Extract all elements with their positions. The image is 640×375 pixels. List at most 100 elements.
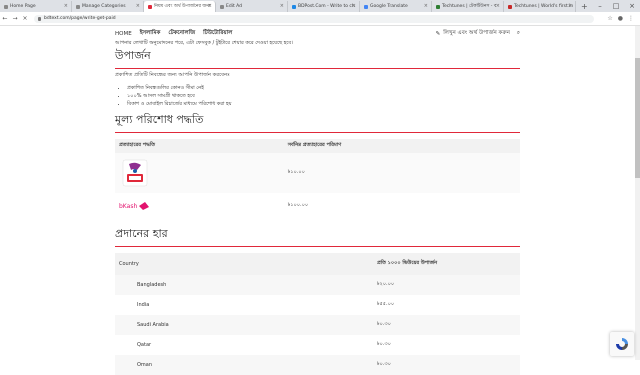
- close-icon[interactable]: ×: [136, 1, 140, 12]
- table-header: সর্বনিম্ন প্রত্যাহারের পরিমাণ: [283, 139, 520, 153]
- table-header-row: Country প্রতি ১০০০ ভিউয়ের উপার্জন: [115, 253, 520, 275]
- browser-tab[interactable]: Techtunes | টেকটিউনস - ব ×: [432, 1, 504, 12]
- payment-heading: মূল্য পরিশোধ পদ্ধতি: [115, 113, 204, 126]
- bkash-logo: bKash: [119, 202, 280, 210]
- heading-divider: [115, 246, 520, 247]
- nav-write-earn[interactable]: ✎ লিখুন এবং অর্থ উপার্জন করুন ⌕: [436, 30, 520, 38]
- payment-amount: ৳১০.০০: [283, 153, 520, 193]
- table-header: প্রতি ১০০০ ভিউয়ের উপার্জন: [373, 253, 520, 275]
- close-icon[interactable]: ×: [352, 1, 356, 12]
- table-header-row: প্রত্যাহারের পদ্ধতি সর্বনিম্ন প্রত্যাহার…: [115, 139, 520, 153]
- bkash-wordmark: bKash: [119, 202, 138, 210]
- close-icon[interactable]: ×: [496, 1, 500, 12]
- nav-item-technology[interactable]: টেকনোলজি: [168, 30, 195, 38]
- table-row: bKash ৳১০০.০০: [115, 193, 520, 219]
- rocket-logo: [119, 158, 151, 188]
- tab-label: Techtunes | World's first in: [514, 4, 574, 9]
- browser-tab[interactable]: BDPost.Com - Write to ch ×: [288, 1, 360, 12]
- table-row: ৳১০.০০: [115, 153, 520, 193]
- country-cell: Oman: [115, 355, 373, 375]
- table-header: Country: [115, 253, 373, 275]
- rate-cell: ৳৫৫.০০: [377, 301, 395, 307]
- rate-cell: ৳০.৩০: [377, 341, 391, 347]
- profile-icon[interactable]: ●: [618, 15, 623, 22]
- browser-tab[interactable]: Manage Categories ×: [72, 1, 144, 12]
- minimize-icon[interactable]: –: [592, 0, 608, 12]
- browser-tab[interactable]: Edit Ad ×: [216, 1, 288, 12]
- nav-item-tutorial[interactable]: টিউটোরিয়াল: [203, 30, 232, 38]
- recaptcha-icon: [616, 338, 628, 350]
- close-icon[interactable]: ×: [568, 1, 572, 12]
- back-icon[interactable]: ←: [0, 15, 10, 22]
- close-icon[interactable]: ×: [64, 1, 68, 12]
- table-row: Saudi Arabia ৳০.৩০: [115, 315, 520, 335]
- tab-strip: Home Page × Manage Categories × নিয়ম এবং …: [0, 0, 640, 12]
- rate-cell: ৳২০.০০: [373, 275, 520, 295]
- table-row: Oman ৳০.৩০: [115, 355, 520, 375]
- table-header: প্রত্যাহারের পদ্ধতি: [115, 139, 284, 153]
- address-toolbar: ← → × bdtext.com/page/write-get-paid ☆ ●…: [0, 12, 640, 26]
- search-icon[interactable]: ⌕: [517, 30, 520, 37]
- new-tab-button[interactable]: +: [576, 1, 593, 12]
- rate-table: Country প্রতি ১০০০ ভিউয়ের উপার্জন Bangl…: [115, 253, 520, 375]
- recaptcha-badge[interactable]: [610, 332, 634, 356]
- close-loading-icon[interactable]: ×: [20, 15, 30, 22]
- table-row: India ৳৫৫.০০: [115, 295, 520, 315]
- tab-favicon: [76, 4, 80, 9]
- maximize-icon[interactable]: □: [608, 0, 624, 12]
- intro-text: আপনার লেখাটি অনুমোদনের পরে, এটা ফেসবুক /…: [115, 40, 293, 46]
- tab-favicon: [148, 4, 152, 9]
- list-item: ১০০% আসল সামগ্রী থাকতে হবে: [127, 92, 520, 100]
- edit-icon: ✎: [435, 30, 441, 37]
- star-icon[interactable]: ☆: [607, 15, 612, 22]
- url-text: bdtext.com/page/write-get-paid: [44, 16, 116, 21]
- close-icon[interactable]: ×: [208, 1, 212, 12]
- payment-table: প্রত্যাহারের পদ্ধতি সর্বনিম্ন প্রত্যাহার…: [115, 139, 520, 219]
- tab-label: নিয়ম এবং অর্থ উপার্জনের জন্য: [154, 4, 211, 9]
- earnings-list: প্রকাশিত নিবন্ধগুলির কোনও সীমা নেই ১০০% …: [115, 84, 520, 108]
- address-bar[interactable]: bdtext.com/page/write-get-paid: [34, 14, 594, 23]
- menu-icon[interactable]: ⋮: [628, 15, 634, 22]
- country-cell: Saudi Arabia: [115, 315, 373, 335]
- forward-icon[interactable]: →: [10, 15, 20, 22]
- tab-label: BDPost.Com - Write to ch: [298, 4, 355, 9]
- table-row: Bangladesh ৳২০.০০: [115, 275, 520, 295]
- browser-tab[interactable]: Home Page ×: [0, 1, 72, 12]
- nav-write-earn-label: লিখুন এবং অর্থ উপার্জন করুন: [443, 29, 510, 36]
- country-cell: Qatar: [137, 342, 152, 348]
- earnings-intro: প্রকাশিত প্রতিটি নিবন্ধের জন্য আপনি উপার…: [115, 72, 230, 78]
- tab-favicon: [220, 4, 224, 9]
- lock-icon[interactable]: [38, 16, 41, 21]
- tab-label: Techtunes | টেকটিউনস - ব: [442, 4, 497, 9]
- tab-favicon: [508, 4, 512, 9]
- rate-cell: ৳০.৩০: [373, 315, 520, 335]
- table-row: Qatar ৳০.৩০: [115, 335, 520, 355]
- browser-tab[interactable]: Techtunes | World's first in ×: [504, 1, 576, 12]
- tab-label: Edit Ad: [226, 4, 243, 9]
- tab-label: Home Page: [10, 4, 36, 9]
- tab-label: Google Translate: [370, 4, 408, 9]
- nav-item-islamic[interactable]: ইসলামিক: [140, 30, 161, 38]
- scrollbar-thumb[interactable]: [635, 58, 640, 178]
- list-item: বিকাশ ও মোবাইল রিচার্জের মাধ্যমে পরিশোধ …: [127, 100, 520, 108]
- country-cell: India: [137, 302, 150, 308]
- country-cell: Bangladesh: [115, 275, 373, 295]
- nav-item-home[interactable]: HOME: [115, 31, 132, 37]
- heading-divider: [115, 132, 520, 133]
- tab-favicon: [292, 4, 296, 9]
- site-nav: HOME ইসলামিক টেকনোলজি টিউটোরিয়াল ✎ লিখু…: [115, 28, 520, 39]
- tab-favicon: [4, 4, 8, 9]
- browser-tab[interactable]: Google Translate ×: [360, 1, 432, 12]
- list-item: প্রকাশিত নিবন্ধগুলির কোনও সীমা নেই: [127, 84, 520, 92]
- rate-cell: ৳০.৩০: [373, 355, 520, 375]
- close-icon[interactable]: ×: [424, 1, 428, 12]
- page-content: আপনার লেখাটি অনুমোদনের পরে, এটা ফেসবুক /…: [115, 39, 520, 375]
- earnings-heading: উপার্জন: [115, 49, 151, 62]
- tab-favicon: [364, 4, 368, 9]
- payment-amount: ৳১০০.০০: [287, 202, 309, 208]
- close-window-icon[interactable]: ×: [624, 0, 640, 12]
- tab-label: Manage Categories: [82, 4, 126, 9]
- close-icon[interactable]: ×: [280, 1, 284, 12]
- browser-tab-active[interactable]: নিয়ম এবং অর্থ উপার্জনের জন্য ×: [144, 1, 216, 12]
- tab-favicon: [436, 4, 440, 9]
